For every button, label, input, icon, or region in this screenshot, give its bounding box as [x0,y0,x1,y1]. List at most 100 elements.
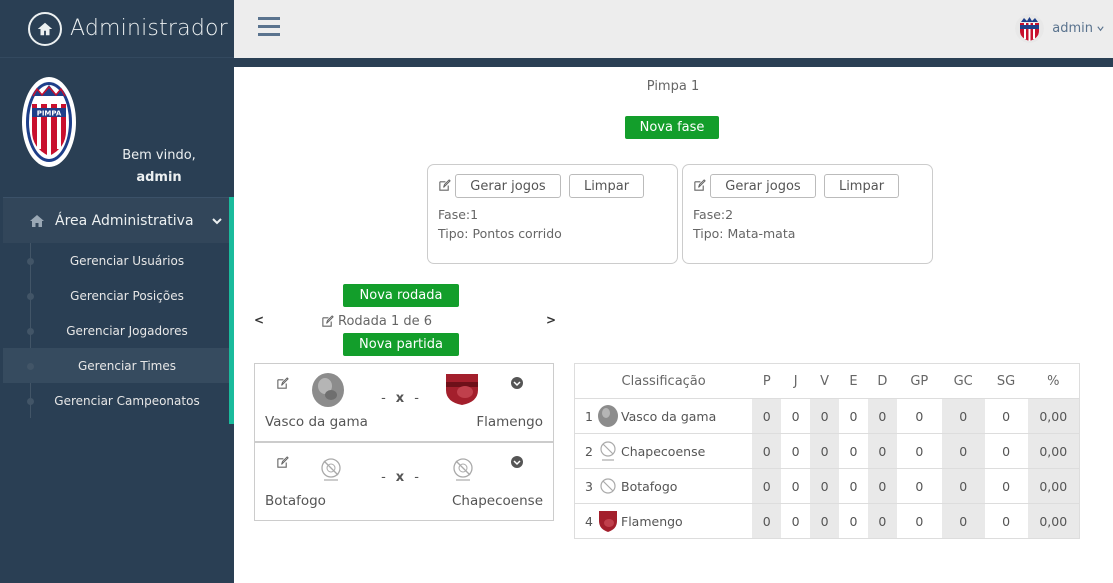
stat-cell: 0 [896,503,942,539]
score: -x- [371,391,429,406]
team-cell: 2 Chapecoense [574,433,753,469]
stat-cell: 0 [781,468,811,504]
top-nav: admin [234,0,1113,67]
next-round-button[interactable]: > [546,313,556,327]
stat-cell: 0,00 [1027,398,1080,434]
edit-icon[interactable] [276,456,289,469]
table-header: Classificação P J V E D GP GC SG % [574,363,1080,399]
team-cell: 4 Flamengo [574,503,753,539]
stat-cell: 0 [752,433,782,469]
new-round-button[interactable]: Nova rodada [343,284,459,307]
position: 3 [585,478,593,494]
team-crest [599,511,617,532]
edit-icon [322,315,334,327]
phase-card-2: Gerar jogos Limpar Fase:2 Tipo: Mata-mat… [682,164,933,264]
stat-cell: 0 [781,503,811,539]
chevron-circle-down-icon[interactable] [511,377,523,389]
col-header: SG [984,363,1028,399]
team-crest-away [446,374,478,405]
table-row: 3 Botafogo 0 0 0 0 0 0 0 0 0,00 [574,468,1080,504]
table-row: 2 Chapecoense 0 0 0 0 0 0 0 0 0,00 [574,433,1080,469]
stat-cell: 0 [984,468,1028,504]
col-header: P [752,363,782,399]
score-x: x [395,391,405,406]
position: 1 [585,408,593,424]
score-x: x [395,470,405,485]
team-crest-home [312,373,344,407]
clear-button[interactable]: Limpar [824,174,899,198]
stat-cell: 0 [839,433,868,469]
stat-cell: 0 [984,398,1028,434]
clear-button[interactable]: Limpar [569,174,644,198]
round-text: Rodada 1 de 6 [338,314,433,329]
sidebar-item-jogadores[interactable]: Gerenciar Jogadores [3,313,229,348]
chevron-down-icon [211,217,222,224]
edit-icon[interactable] [276,377,289,390]
new-match-button[interactable]: Nova partida [343,333,459,356]
welcome-text: Bem vindo, [122,148,196,163]
col-header: D [867,363,897,399]
col-header: J [781,363,811,399]
phase-type: Tipo: Pontos corrido [438,226,562,241]
generate-games-button[interactable]: Gerar jogos [455,174,561,198]
team-name: Flamengo [621,513,683,529]
position: 4 [585,513,593,529]
phase-type: Tipo: Mata-mata [693,226,796,241]
team-name: Vasco da gama [621,408,717,424]
edit-icon[interactable] [693,179,706,192]
away-team-name: Flamengo [476,414,543,430]
home-team-name: Vasco da gama [265,414,368,430]
sidebar-item-posicoes[interactable]: Gerenciar Posições [3,278,229,313]
sidebar-item-label: Gerenciar Times [78,358,176,373]
stat-cell: 0 [810,503,840,539]
main-content: Pimpa 1 Nova fase Gerar jogos Limpar Fas… [243,67,1103,583]
score: -x- [371,470,429,485]
no-image-icon [600,478,616,494]
sidebar-item-label: Gerenciar Jogadores [66,323,188,338]
col-header: GC [941,363,985,399]
col-header: E [839,363,868,399]
stat-cell: 0 [984,433,1028,469]
table-row: 4 Flamengo 0 0 0 0 0 0 0 0 0,00 [574,503,1080,539]
menu-area-administrativa[interactable]: Área Administrativa [3,197,229,243]
table-row: 1 Vasco da gama 0 0 0 0 0 0 0 0 0,00 [574,398,1080,434]
stat-cell: 0,00 [1027,433,1080,469]
score-separator: - [381,470,386,485]
col-header: GP [896,363,942,399]
phase-number: Fase:2 [693,207,734,222]
profile: PIMPA Bem vindo, admin [0,58,234,197]
stat-cell: 0 [810,433,840,469]
bullet-icon [27,363,34,370]
no-image-icon [321,458,341,481]
phase-card-1: Gerar jogos Limpar Fase:1 Tipo: Pontos c… [427,164,678,264]
new-phase-button[interactable]: Nova fase [625,116,719,139]
stat-cell: 0 [941,398,985,434]
team-name: Chapecoense [621,443,706,459]
user-name: admin [1052,21,1093,36]
menu-toggle-icon[interactable] [258,17,280,37]
user-dropdown[interactable]: admin [1015,14,1105,43]
bullet-icon [27,328,34,335]
home-icon [30,214,44,227]
sidebar-item-times[interactable]: Gerenciar Times [3,348,229,383]
round-label[interactable]: Rodada 1 de 6 [321,314,432,329]
stat-cell: 0 [839,503,868,539]
chevron-circle-down-icon[interactable] [511,456,523,468]
bullet-icon [27,398,34,405]
stat-cell: 0 [810,398,840,434]
sidebar-item-campeonatos[interactable]: Gerenciar Campeonatos [3,383,229,418]
stat-cell: 0 [941,433,985,469]
edit-icon[interactable] [438,179,451,192]
brand[interactable]: Administrador [0,0,234,58]
col-header: V [810,363,840,399]
sidebar-item-usuarios[interactable]: Gerenciar Usuários [3,243,229,278]
generate-games-button[interactable]: Gerar jogos [710,174,816,198]
stat-cell: 0 [896,433,942,469]
sidebar-item-label: Gerenciar Posições [70,288,184,303]
no-image-icon [600,441,616,461]
prev-round-button[interactable]: < [254,313,264,327]
score-separator: - [381,391,386,406]
position: 2 [585,443,593,459]
stat-cell: 0 [867,398,897,434]
stat-cell: 0 [984,503,1028,539]
